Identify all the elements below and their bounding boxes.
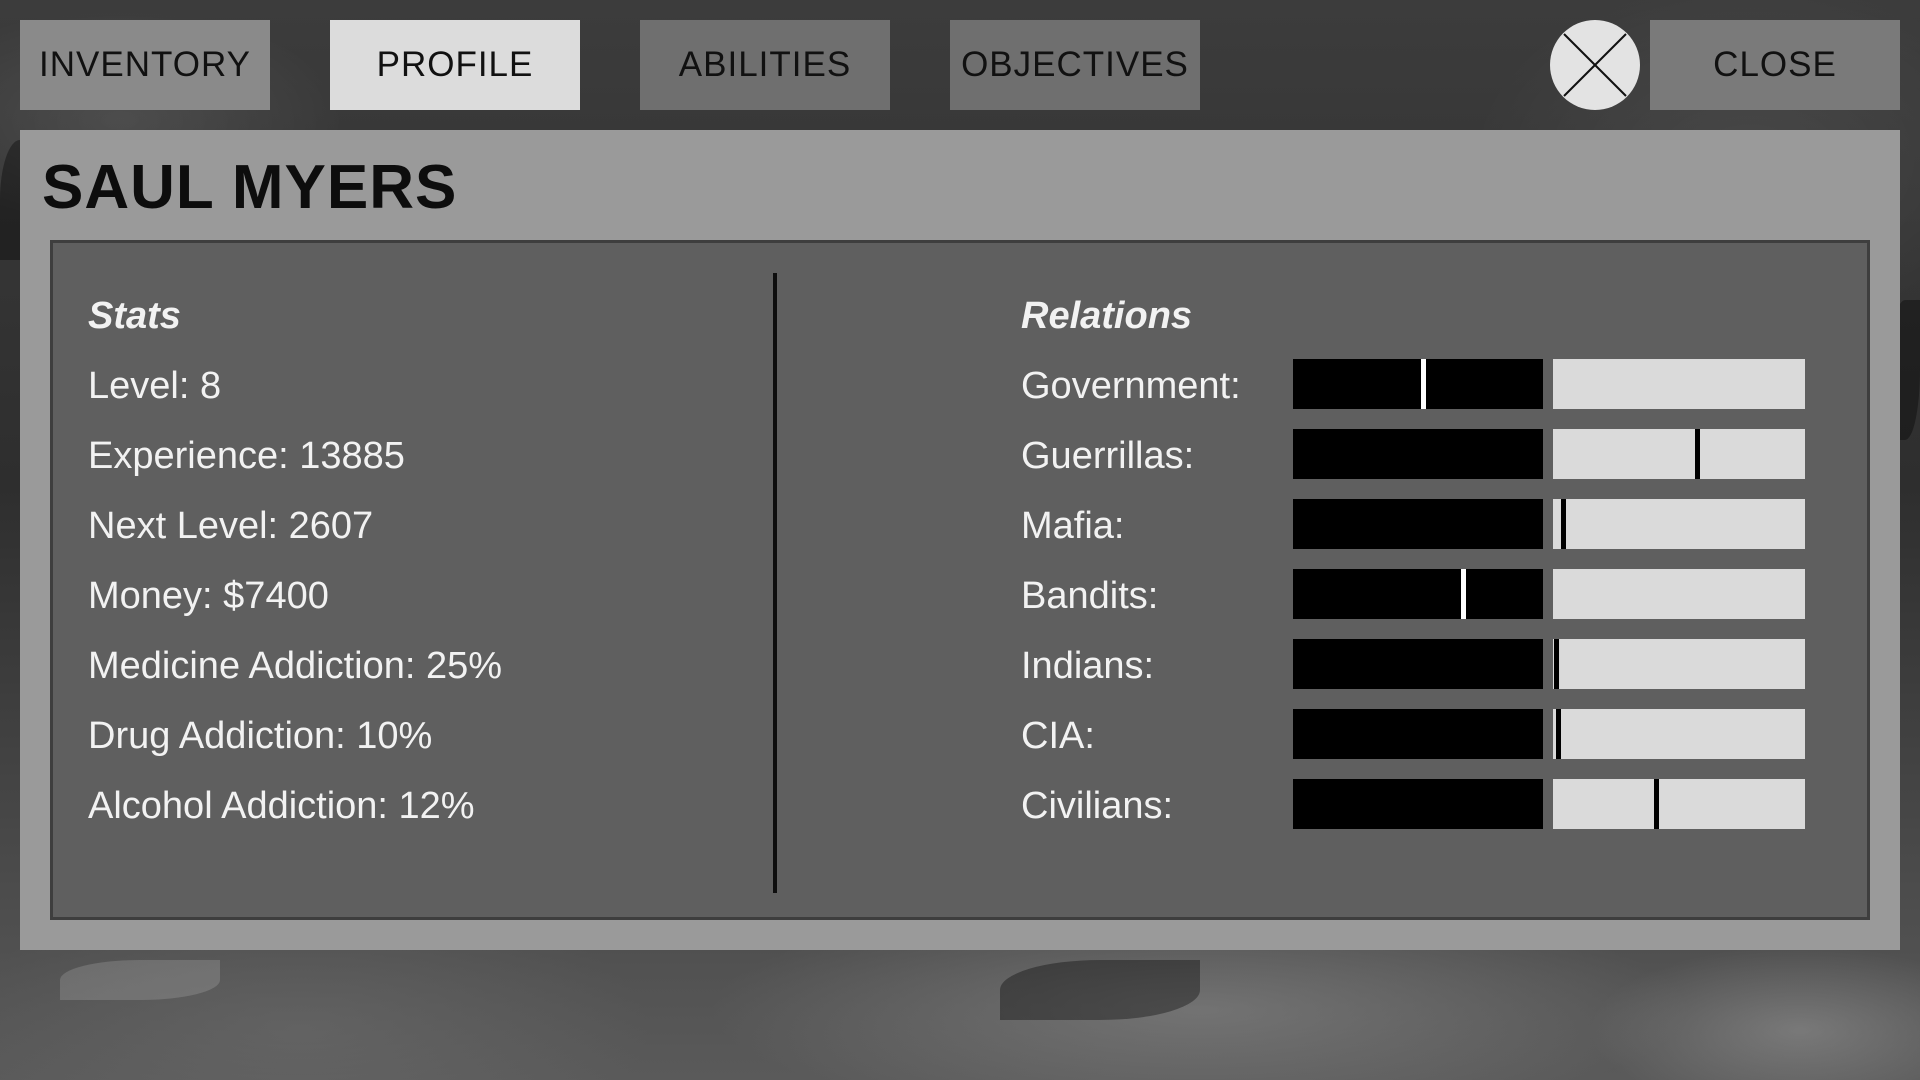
relation-marker xyxy=(1461,569,1466,619)
relation-marker xyxy=(1421,359,1426,409)
tab-abilities[interactable]: ABILITIES xyxy=(640,20,890,110)
tab-profile[interactable]: PROFILE xyxy=(330,20,580,110)
relation-bar-civilians xyxy=(1293,779,1805,829)
column-divider xyxy=(773,273,777,893)
stat-next-level: Next Level: 2607 xyxy=(88,505,374,547)
profile-content: Stats Level: 8 Experience: 13885 Next Le… xyxy=(50,240,1870,920)
stat-alcohol-addiction: Alcohol Addiction: 12% xyxy=(88,785,475,827)
relation-label-mafia: Mafia: xyxy=(1021,505,1125,547)
relation-bar-bandits xyxy=(1293,569,1805,619)
stats-title: Stats xyxy=(88,295,181,337)
relation-bar-negative xyxy=(1293,779,1543,829)
stat-drug-addiction: Drug Addiction: 10% xyxy=(88,715,433,757)
relation-bar-positive xyxy=(1553,779,1805,829)
character-name: SAUL MYERS xyxy=(42,153,458,222)
relation-bar-positive xyxy=(1553,639,1805,689)
relation-label-indians: Indians: xyxy=(1021,645,1155,687)
tab-inventory[interactable]: INVENTORY xyxy=(20,20,270,110)
relation-label-civilians: Civilians: xyxy=(1021,785,1174,827)
relation-marker xyxy=(1561,499,1566,549)
relation-label-guerrillas: Guerrillas: xyxy=(1021,435,1195,477)
relation-bar-indians xyxy=(1293,639,1805,689)
close-button[interactable]: CLOSE xyxy=(1650,20,1900,110)
relation-label-bandits: Bandits: xyxy=(1021,575,1159,617)
relation-label-government: Government: xyxy=(1021,365,1241,407)
relation-marker xyxy=(1654,779,1659,829)
relation-bar-guerrillas xyxy=(1293,429,1805,479)
relation-label-cia: CIA: xyxy=(1021,715,1095,757)
relation-bar-negative xyxy=(1293,359,1543,409)
relation-bar-negative xyxy=(1293,499,1543,549)
profile-panel: SAUL MYERS Stats Level: 8 Experience: 13… xyxy=(20,130,1900,950)
relation-bar-negative xyxy=(1293,639,1543,689)
relation-bar-negative xyxy=(1293,429,1543,479)
relation-bar-positive xyxy=(1553,499,1805,549)
stat-level: Level: 8 xyxy=(88,365,222,407)
close-icon[interactable] xyxy=(1550,20,1640,110)
relation-bar-positive xyxy=(1553,709,1805,759)
relation-bar-positive xyxy=(1553,429,1805,479)
relation-marker xyxy=(1695,429,1700,479)
tab-objectives[interactable]: OBJECTIVES xyxy=(950,20,1200,110)
foliage-shape xyxy=(1000,960,1200,1020)
relation-bar-negative xyxy=(1293,569,1543,619)
relation-bar-positive xyxy=(1553,569,1805,619)
relation-bar-cia xyxy=(1293,709,1805,759)
stat-money: Money: $7400 xyxy=(88,575,329,617)
relations-title: Relations xyxy=(1021,295,1193,337)
stat-experience: Experience: 13885 xyxy=(88,435,405,477)
stat-medicine-addiction: Medicine Addiction: 25% xyxy=(88,645,503,687)
water-highlight xyxy=(60,960,220,1000)
relation-bar-positive xyxy=(1553,359,1805,409)
relation-bar-negative xyxy=(1293,709,1543,759)
relation-marker xyxy=(1554,639,1559,689)
relation-marker xyxy=(1556,709,1561,759)
relation-bar-government xyxy=(1293,359,1805,409)
relation-bar-mafia xyxy=(1293,499,1805,549)
